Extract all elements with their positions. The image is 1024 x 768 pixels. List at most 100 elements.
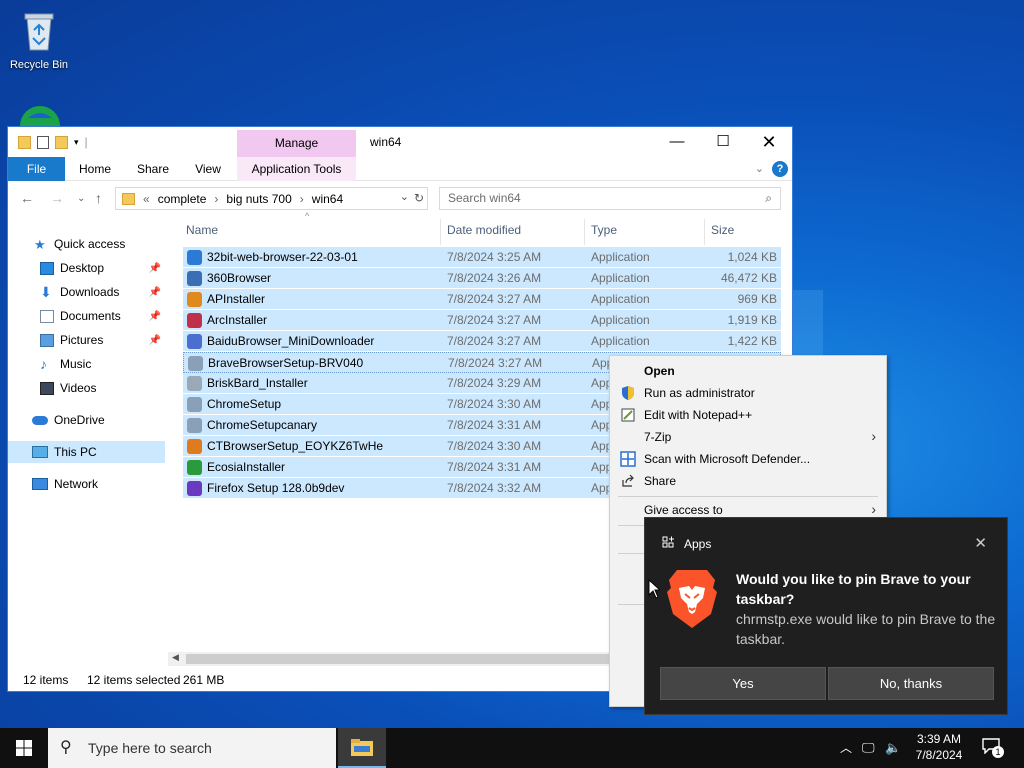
forward-arrow-icon[interactable]: → (50, 190, 64, 206)
column-header-date[interactable]: Date modified (447, 223, 521, 237)
close-icon[interactable]: ✕ (974, 534, 987, 552)
maximize-button[interactable]: ☐ (700, 127, 746, 157)
file-row[interactable]: 32bit-web-browser-22-03-01 7/8/2024 3:25 … (183, 247, 781, 268)
column-header-name[interactable]: Name (186, 223, 218, 237)
recycle-bin-desktop-icon[interactable]: Recycle Bin (4, 8, 74, 71)
tab-file[interactable]: File (8, 157, 65, 181)
new-folder-icon[interactable] (55, 135, 68, 149)
notification-body: chrmstp.exe would like to pin Brave to t… (736, 611, 996, 647)
show-hidden-icons-icon[interactable]: ︿ (840, 728, 852, 768)
taskbar: ⚲ Type here to search ︿ 🖵 🔈 3:39 AM 7/8/… (0, 728, 1024, 768)
nav-onedrive[interactable]: OneDrive (8, 409, 165, 431)
up-arrow-icon[interactable]: ↑ (95, 190, 102, 206)
tab-application-tools[interactable]: Application Tools (237, 157, 356, 181)
column-header-type[interactable]: Type (591, 223, 617, 237)
menu-label: Share (644, 474, 677, 488)
volume-muted-icon[interactable]: 🔈 (885, 728, 901, 768)
browser-globe-desktop-icon[interactable] (18, 104, 62, 126)
column-divider[interactable] (704, 219, 705, 245)
nav-network[interactable]: Network (8, 473, 165, 495)
nav-quick-access[interactable]: ★ Quick access (8, 233, 165, 255)
recent-locations-icon[interactable]: ⌄ (77, 193, 85, 204)
file-type: Application (591, 271, 650, 285)
breadcrumb-win64[interactable]: win64 (312, 192, 343, 206)
nav-music[interactable]: ♪ Music (8, 353, 165, 375)
qat-dropdown-icon[interactable]: ▾ (74, 137, 79, 148)
properties-icon[interactable] (37, 135, 49, 149)
file-date: 7/8/2024 3:30 AM (447, 439, 542, 453)
search-input[interactable]: Search win64 ⌕ (439, 187, 781, 210)
nav-desktop[interactable]: Desktop 📌 (8, 257, 165, 279)
file-type: Application (591, 313, 650, 327)
column-divider[interactable] (440, 219, 441, 245)
start-button[interactable] (0, 728, 48, 768)
minimize-button[interactable]: — (654, 127, 700, 157)
download-arrow-icon: ⬇ (40, 283, 52, 300)
help-icon[interactable]: ? (772, 161, 788, 177)
file-name: 360Browser (207, 271, 272, 285)
pin-icon[interactable]: 📌 (149, 263, 161, 274)
column-header-size[interactable]: Size (711, 223, 734, 237)
no-thanks-button[interactable]: No, thanks (828, 667, 994, 700)
nav-downloads[interactable]: ⬇ Downloads 📌 (8, 281, 165, 303)
manage-contextual-tab[interactable]: Manage (237, 130, 356, 157)
address-overflow[interactable]: « (143, 192, 150, 206)
network-status-icon[interactable]: 🖵 (862, 728, 875, 768)
scroll-left-icon[interactable]: ◀ (172, 652, 179, 663)
menu-item-7zip[interactable]: 7-Zip › (610, 426, 886, 448)
back-arrow-icon[interactable]: ← (20, 190, 34, 206)
breadcrumb-separator-icon[interactable]: › (214, 192, 218, 206)
scroll-thumb[interactable] (186, 654, 616, 664)
menu-label: Give access to (644, 503, 723, 517)
refresh-icon[interactable]: ↻ (414, 191, 424, 205)
menu-item-defender-scan[interactable]: Scan with Microsoft Defender... (610, 448, 886, 470)
tab-home[interactable]: Home (70, 157, 120, 181)
cloud-icon (32, 415, 48, 425)
nav-videos[interactable]: Videos (8, 377, 165, 399)
file-row[interactable]: 360Browser 7/8/2024 3:26 AM Application 46,… (183, 268, 781, 289)
menu-item-notepad-plus[interactable]: Edit with Notepad++ (610, 404, 886, 426)
pin-icon[interactable]: 📌 (149, 287, 161, 298)
expand-ribbon-icon[interactable]: ⌄ (755, 162, 764, 175)
application-icon (187, 313, 202, 328)
yes-button[interactable]: Yes (660, 667, 826, 700)
clock[interactable]: 3:39 AM 7/8/2024 (900, 731, 978, 763)
file-name: BriskBard_Installer (207, 376, 308, 390)
column-divider[interactable] (584, 219, 585, 245)
recycle-bin-icon (24, 13, 54, 51)
search-icon: ⌕ (765, 191, 772, 205)
application-icon (187, 250, 202, 265)
menu-item-share[interactable]: Share (610, 470, 886, 492)
taskbar-file-explorer[interactable] (338, 728, 386, 768)
menu-item-open[interactable]: Open (610, 360, 886, 382)
menu-item-run-as-admin[interactable]: Run as administrator (610, 382, 886, 404)
action-center-button[interactable]: 1 (982, 738, 1004, 758)
navigation-pane: ★ Quick access Desktop 📌 ⬇ Downloads 📌 D… (8, 227, 168, 667)
breadcrumb-big-nuts[interactable]: big nuts 700 (226, 192, 291, 206)
horizontal-scrollbar[interactable]: ◀ (168, 652, 618, 666)
close-button[interactable]: ✕ (746, 127, 792, 157)
file-row[interactable]: APInstaller 7/8/2024 3:27 AM Application 96… (183, 289, 781, 310)
brave-logo-icon (667, 570, 717, 628)
breadcrumb-complete[interactable]: complete (158, 192, 207, 206)
nav-this-pc[interactable]: This PC (8, 441, 165, 463)
address-dropdown-icon[interactable]: ⌄ (400, 190, 409, 203)
tab-share[interactable]: Share (128, 157, 178, 181)
nav-documents[interactable]: Documents 📌 (8, 305, 165, 327)
tab-view[interactable]: View (185, 157, 231, 181)
taskbar-search-box[interactable]: ⚲ Type here to search (48, 728, 336, 768)
star-icon: ★ (34, 236, 46, 252)
clock-time: 3:39 AM (916, 732, 962, 746)
pin-icon[interactable]: 📌 (149, 311, 161, 322)
menu-label: Scan with Microsoft Defender... (644, 452, 811, 466)
file-row[interactable]: ArcInstaller 7/8/2024 3:27 AM Application 1… (183, 310, 781, 331)
file-row[interactable]: BaiduBrowser_MiniDownloader 7/8/2024 3:27… (183, 331, 781, 352)
address-bar[interactable]: « complete › big nuts 700 › win64 ⌄ ↻ (115, 187, 428, 210)
file-date: 7/8/2024 3:30 AM (447, 397, 542, 411)
application-icon (187, 397, 202, 412)
nav-pictures[interactable]: Pictures 📌 (8, 329, 165, 351)
breadcrumb-separator-icon[interactable]: › (300, 192, 304, 206)
apps-icon (662, 536, 674, 548)
menu-separator (618, 496, 878, 497)
pin-icon[interactable]: 📌 (149, 335, 161, 346)
